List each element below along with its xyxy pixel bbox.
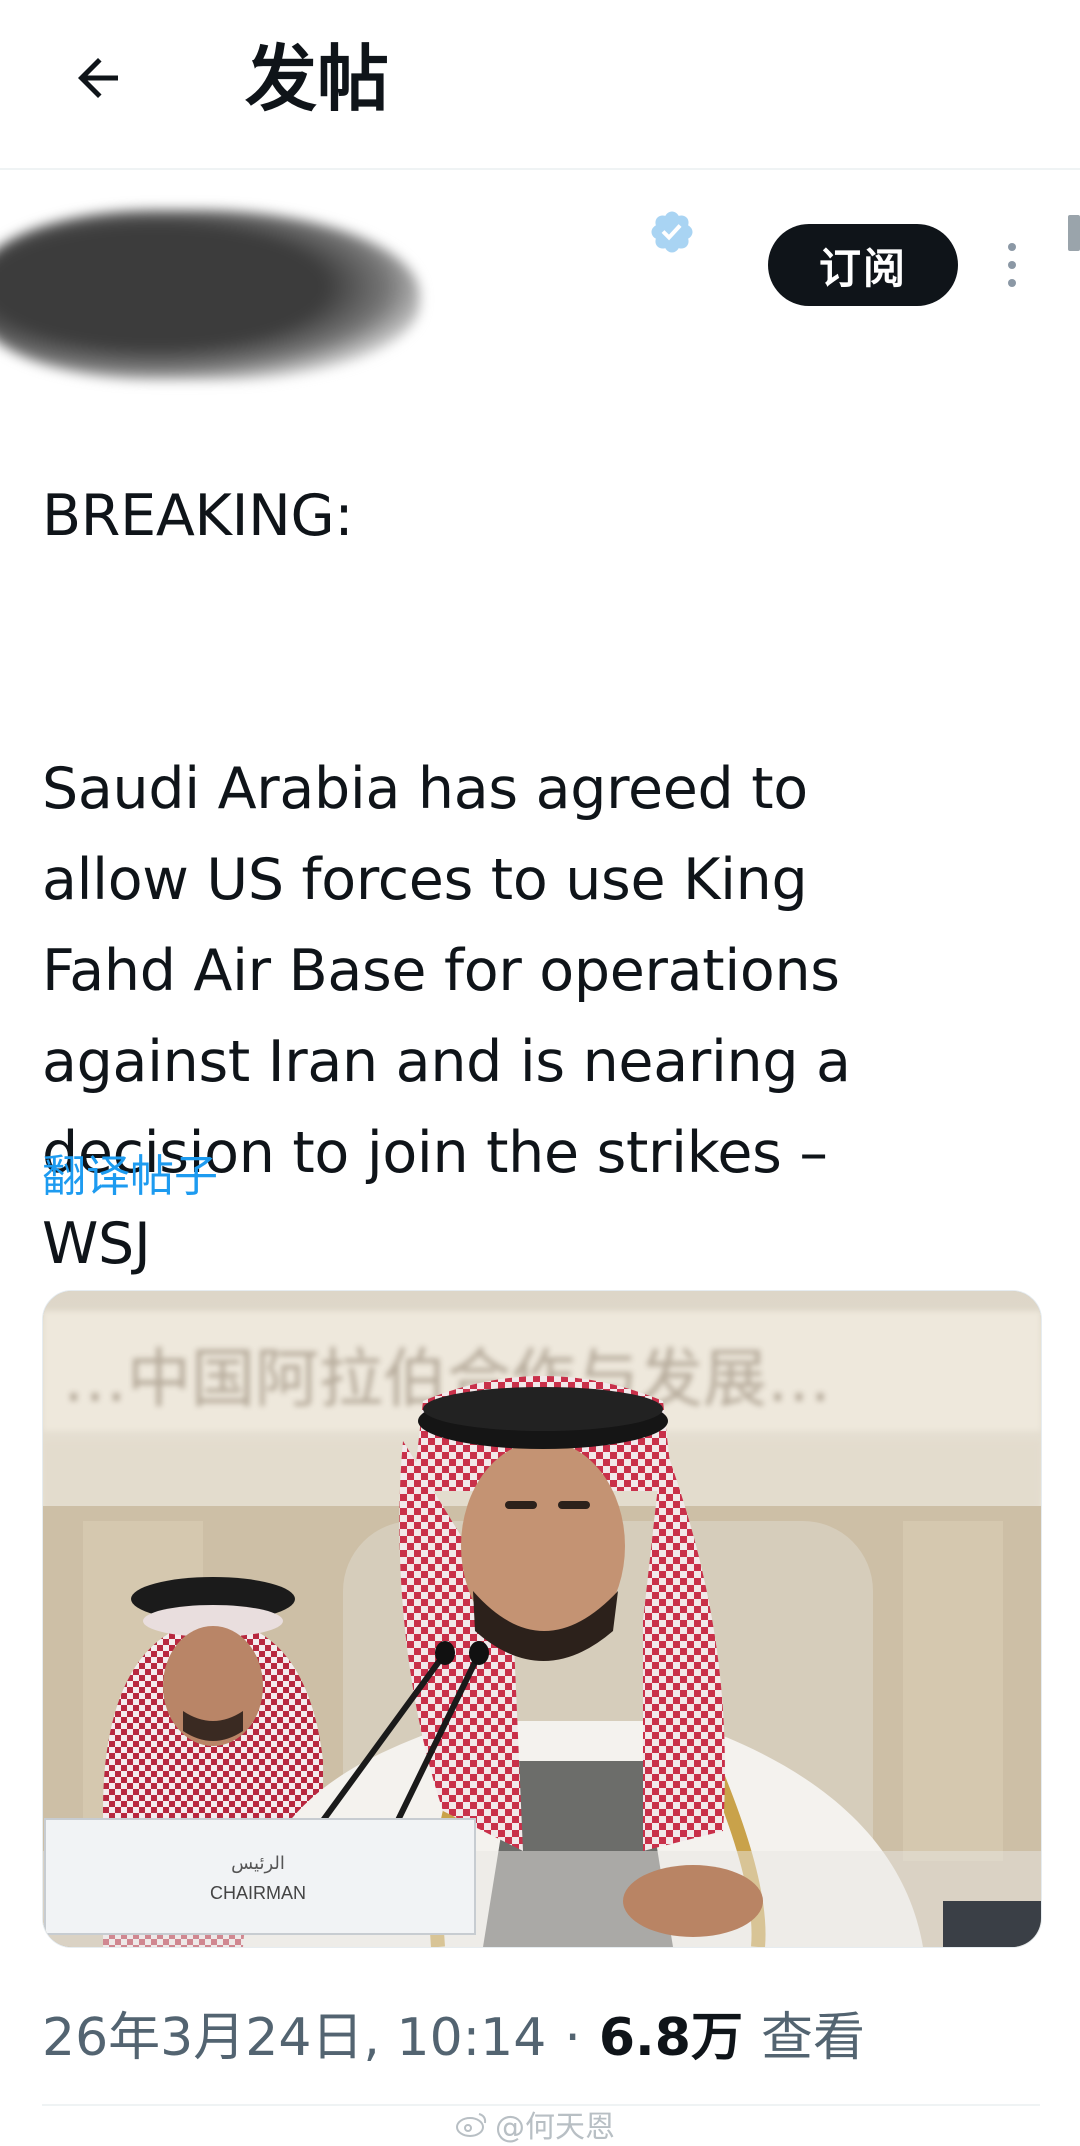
placard-arabic: الرئيس [231,1853,285,1874]
chairman-placard: الرئيس CHAIRMAN [44,1818,476,1935]
views-count[interactable]: 6.8万 [599,1995,743,2070]
more-dot [1008,243,1016,251]
top-bar: 发帖 [0,0,1080,170]
placard-label: CHAIRMAN [210,1883,306,1903]
back-button[interactable] [58,38,138,118]
photo-illustration: …中国阿拉伯合作与发展… الرئيس CHAIRMAN [43,1291,1041,1947]
views-label: 查看 [761,2008,866,2068]
meta-separator: · [564,2008,581,2068]
subscribe-button[interactable]: 订阅 [768,224,958,306]
post-meta: 26年3月24日, 10:14 · 6.8万 查看 [42,1995,865,2070]
watermark: @何天恩 [455,2102,615,2146]
author-row: 订阅 [0,190,1080,380]
watermark-text: @何天恩 [495,2110,615,2145]
avatar[interactable] [0,210,420,380]
page-title: 发帖 [245,37,390,121]
tweet-photo[interactable]: …中国阿拉伯合作与发展… الرئيس CHAIRMAN [42,1290,1042,1948]
arrow-left-icon [78,58,118,98]
tweet-headline: BREAKING: [42,483,354,549]
post-timestamp: 26年3月24日, 10:14 [42,2008,547,2068]
more-vertical-icon[interactable] [990,230,1034,300]
verified-badge-icon [651,211,693,253]
more-dot [1008,279,1016,287]
scrollbar-thumb[interactable] [1068,215,1080,251]
weibo-icon [456,2113,487,2137]
more-dot [1008,261,1016,269]
translate-post-link[interactable]: 翻译帖子 [42,1140,218,1204]
